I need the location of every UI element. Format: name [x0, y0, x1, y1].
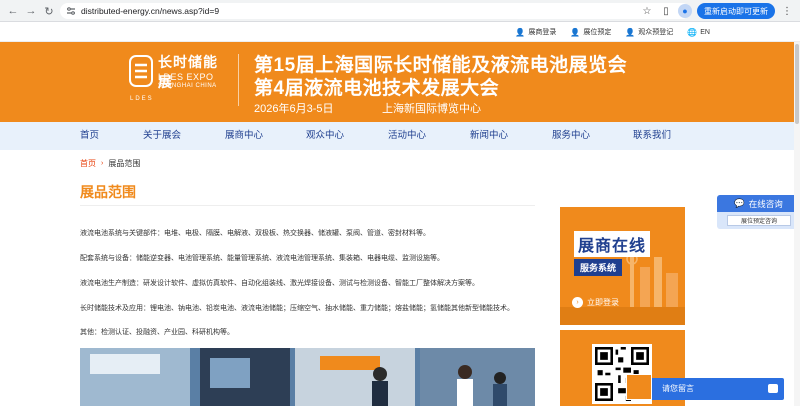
side-panel-icon[interactable]: ▯ [659, 4, 673, 18]
content-paragraph: 液流电池系统与关键部件：电堆、电极、隔膜、电解液、双极板、热交换器、储液罐、泵阀… [80, 230, 430, 237]
breadcrumb-home-link[interactable]: 首页 [80, 158, 96, 169]
url-text: distributed-energy.cn/news.asp?id=9 [81, 6, 220, 16]
forward-icon[interactable]: → [22, 2, 40, 20]
logo-mark-icon [129, 55, 153, 87]
booth-consult-button[interactable]: 展位预定咨询 [727, 215, 791, 226]
browser-toolbar: ← → ↻ distributed-energy.cn/news.asp?id=… [0, 0, 800, 22]
topbar-link-label: 展位预定 [583, 29, 612, 36]
banner-divider [238, 54, 239, 106]
back-icon[interactable]: ← [4, 2, 22, 20]
header-banner: 长时储能展 LDES EXPO SHANGHAI CHINA LDES 第15届… [0, 42, 800, 122]
chat-bubble-icon: 💬 [734, 198, 745, 208]
promo-title: 展商在线 [574, 231, 651, 257]
content-paragraph: 长时储能技术及应用：锂电池、钠电池、铅炭电池、液流电池储能；压缩空气、抽水储能、… [80, 305, 514, 312]
user-icon: 👤 [570, 27, 581, 37]
topbar-link-exhibitor-login[interactable]: 👤 展商登录 [515, 27, 556, 37]
login-now-link[interactable]: › 立即登录 [572, 297, 619, 308]
main-navigation: 首页 关于展会 展商中心 观众中心 活动中心 新闻中心 服务中心 联系我们 [0, 122, 800, 150]
nav-item-exhibitor-center[interactable]: 展商中心 [225, 122, 263, 150]
chat-avatar-icon [626, 374, 652, 400]
exhibitor-online-promo[interactable]: 展商在线 服务系统 › 立即登录 [560, 207, 685, 325]
topbar-link-label: 观众预登记 [638, 29, 674, 36]
online-consult-header[interactable]: 💬 在线咨询 [717, 195, 800, 212]
page-title: 展品范围 [80, 184, 136, 200]
content-paragraph: 配套系统与设备：储能逆变器、电池管理系统、能量管理系统、液流电池管理系统、集装箱… [80, 255, 444, 262]
scrollbar-thumb[interactable] [795, 44, 799, 124]
profile-avatar-icon[interactable]: ● [678, 4, 692, 18]
content-paragraph: 其他：检测认证、投融资、产业园、科研机构等。 [80, 329, 234, 336]
nav-item-event-center[interactable]: 活动中心 [388, 122, 426, 150]
logo-text-en: LDES EXPO [158, 72, 214, 82]
expo-logo[interactable]: 长时储能展 LDES EXPO SHANGHAI CHINA LDES [128, 50, 224, 108]
menu-dots-icon[interactable]: ⋮ [780, 4, 794, 18]
banner-venue: 上海新国际博览中心 [382, 103, 481, 115]
message-icon[interactable] [768, 384, 778, 393]
site-info-icon[interactable] [66, 6, 76, 16]
nav-item-home[interactable]: 首页 [80, 122, 99, 150]
online-consult-widget[interactable]: 💬 在线咨询 展位预定咨询 [717, 195, 800, 229]
bookmark-star-icon[interactable]: ☆ [640, 4, 654, 18]
banner-title-line2: 第4届液流电池技术发展大会 [254, 78, 500, 99]
exhibition-photo-graphic [80, 348, 535, 406]
topbar-link-label: 展商登录 [528, 29, 557, 36]
arrow-right-icon: › [572, 297, 583, 308]
reload-icon[interactable]: ↻ [40, 2, 58, 20]
leave-message-label: 请您留言 [662, 384, 694, 393]
login-now-label: 立即登录 [587, 298, 619, 307]
exhibition-photo [80, 348, 535, 406]
logo-text-city: SHANGHAI CHINA [158, 83, 217, 89]
leave-message-bar[interactable]: 请您留言 [626, 374, 784, 400]
nav-item-visitor-center[interactable]: 观众中心 [306, 122, 344, 150]
address-bar[interactable]: distributed-energy.cn/news.asp?id=9 [60, 3, 690, 19]
content-paragraph: 液流电池生产制造：研发设计软件、虚拟仿真软件、自动化组装线、激光焊接设备、测试与… [80, 280, 479, 287]
nav-item-about[interactable]: 关于展会 [143, 122, 181, 150]
nav-item-news-center[interactable]: 新闻中心 [470, 122, 508, 150]
user-plus-icon: 👤 [625, 27, 636, 37]
online-consult-label: 在线咨询 [748, 198, 783, 209]
topbar-link-english[interactable]: 🌐 EN [687, 28, 710, 37]
breadcrumb-separator: › [101, 160, 104, 167]
page-scrollbar[interactable] [794, 42, 800, 406]
promo-subtitle: 服务系统 [574, 259, 623, 276]
logo-text-abbr: LDES [130, 96, 154, 102]
user-icon: 👤 [515, 27, 526, 37]
globe-icon: 🌐 [687, 27, 698, 37]
topbar-link-label: EN [700, 28, 710, 36]
topbar-link-visitor-register[interactable]: 👤 观众预登记 [625, 27, 673, 37]
breadcrumb-current: 展品范围 [108, 159, 141, 168]
site-topbar: 👤 展商登录 👤 展位预定 👤 观众预登记 🌐 EN [0, 22, 800, 42]
nav-item-contact[interactable]: 联系我们 [633, 122, 671, 150]
banner-date: 2026年6月3-5日 [254, 103, 334, 115]
title-divider [80, 205, 535, 206]
topbar-link-booth-booking[interactable]: 👤 展位预定 [570, 27, 611, 37]
nav-item-service-center[interactable]: 服务中心 [552, 122, 590, 150]
update-button[interactable]: 重新启动即可更新 [697, 3, 775, 19]
breadcrumb: 首页 › 展品范围 [80, 158, 140, 169]
